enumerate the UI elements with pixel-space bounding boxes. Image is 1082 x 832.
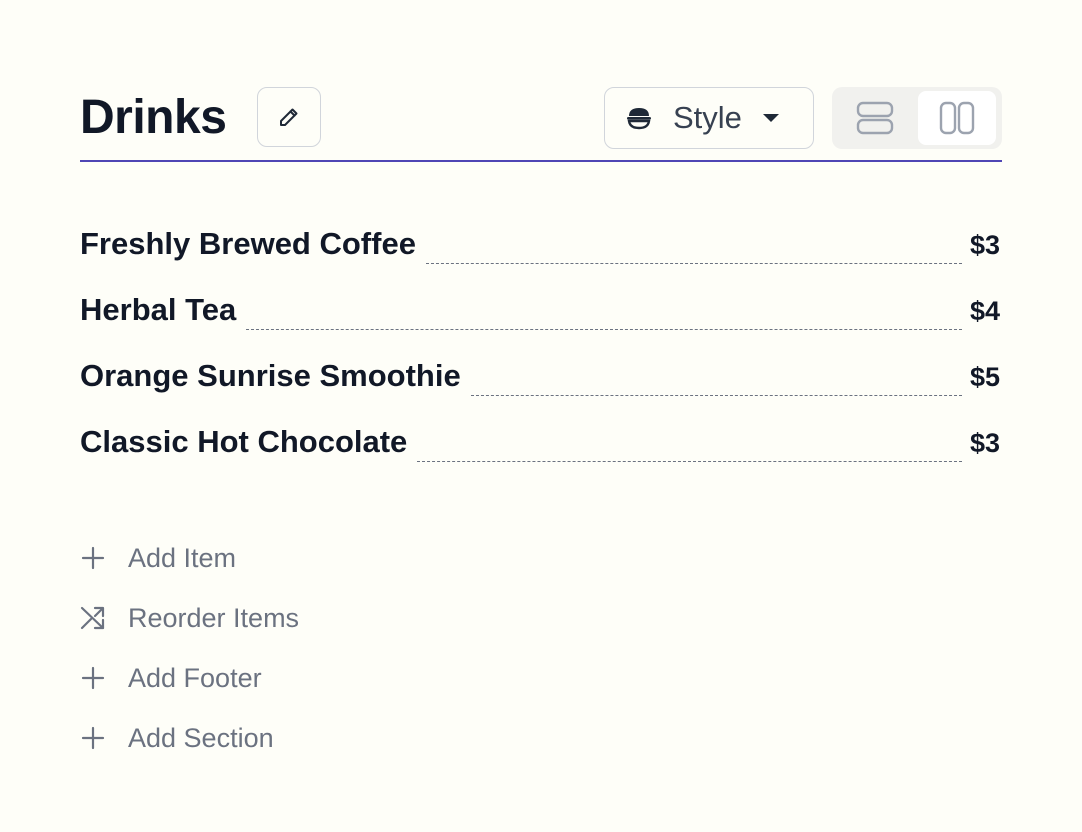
menu-section: Drinks Style	[80, 86, 1002, 162]
menu-item[interactable]: Freshly Brewed Coffee $3	[80, 226, 1000, 292]
shuffle-icon	[80, 605, 106, 631]
item-price: $5	[969, 362, 1000, 392]
section-title: Drinks	[80, 91, 227, 144]
style-label: Style	[673, 100, 742, 135]
add-footer-label: Add Footer	[128, 662, 262, 693]
chevron-down-icon	[762, 112, 780, 124]
item-name: Freshly Brewed Coffee	[80, 226, 416, 261]
columns-icon	[938, 101, 976, 135]
dotted-leader	[417, 460, 962, 462]
add-item-label: Add Item	[128, 542, 237, 573]
item-price: $3	[969, 230, 1000, 260]
style-dropdown-button[interactable]: Style	[604, 87, 814, 149]
add-section-label: Add Section	[128, 722, 274, 753]
layout-toggle	[832, 87, 1002, 149]
plus-icon	[80, 545, 106, 571]
reorder-items-button[interactable]: Reorder Items	[80, 588, 299, 648]
item-name: Herbal Tea	[80, 292, 237, 327]
reorder-items-label: Reorder Items	[128, 602, 300, 633]
menu-item[interactable]: Orange Sunrise Smoothie $5	[80, 358, 1000, 424]
rows-layout-button[interactable]	[836, 91, 914, 145]
menu-item[interactable]: Classic Hot Chocolate $3	[80, 424, 1000, 490]
item-name: Classic Hot Chocolate	[80, 424, 408, 459]
dotted-leader	[246, 328, 962, 330]
bowl-icon	[625, 105, 653, 131]
section-header: Drinks Style	[80, 86, 1002, 162]
rows-icon	[856, 101, 894, 135]
edit-title-button[interactable]	[257, 87, 321, 147]
add-section-button[interactable]: Add Section	[80, 708, 299, 768]
item-price: $4	[969, 296, 1000, 326]
add-item-button[interactable]: Add Item	[80, 528, 299, 588]
plus-icon	[80, 725, 106, 751]
dotted-leader	[470, 394, 962, 396]
section-actions: Add Item Reorder Items Add Footer Add Se…	[80, 528, 299, 768]
menu-items-list: Freshly Brewed Coffee $3 Herbal Tea $4 O…	[80, 226, 1000, 490]
add-footer-button[interactable]: Add Footer	[80, 648, 299, 708]
columns-layout-button[interactable]	[918, 91, 996, 145]
item-name: Orange Sunrise Smoothie	[80, 358, 461, 393]
plus-icon	[80, 665, 106, 691]
item-price: $3	[969, 428, 1000, 458]
menu-item[interactable]: Herbal Tea $4	[80, 292, 1000, 358]
pencil-icon	[277, 105, 301, 129]
dotted-leader	[425, 262, 962, 264]
